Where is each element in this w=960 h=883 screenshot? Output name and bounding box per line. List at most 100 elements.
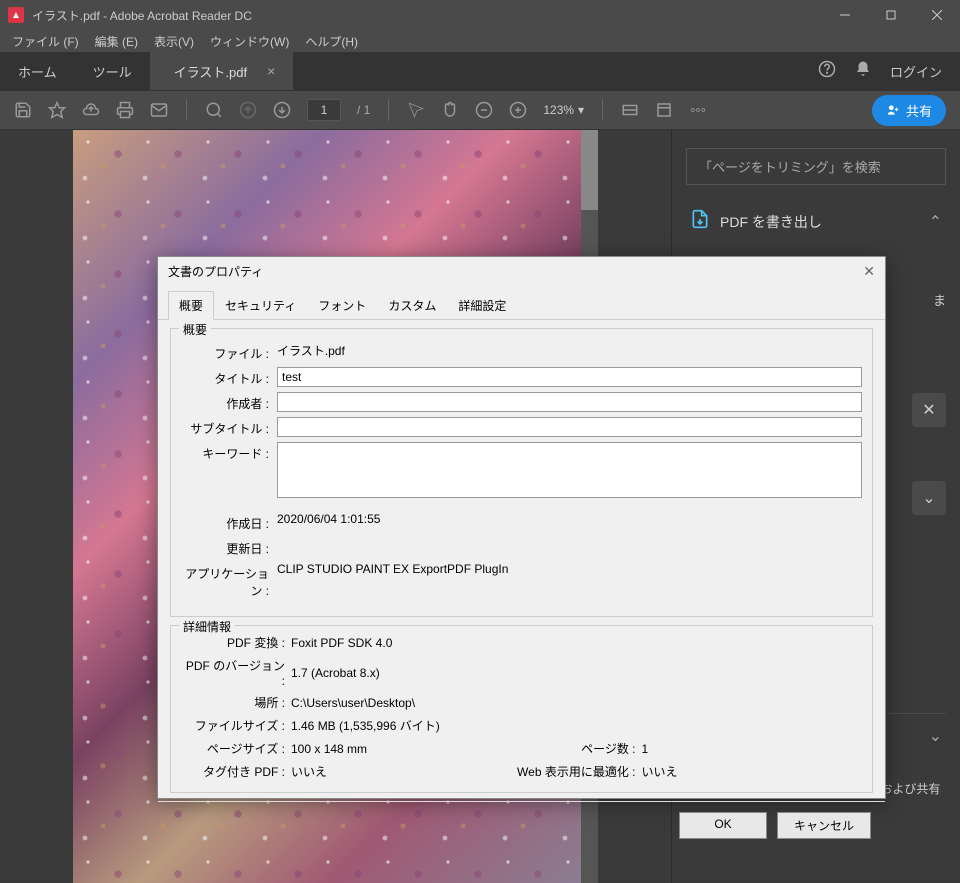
zoom-in-icon[interactable] [509,101,527,119]
modified-label: 更新日 : [181,537,269,557]
tab-security[interactable]: セキュリティ [214,291,307,320]
export-pdf-icon [690,209,710,234]
menu-edit[interactable]: 編集 (E) [87,31,146,52]
dialog-footer: OK キャンセル [158,801,885,849]
tab-advanced[interactable]: 詳細設定 [447,291,517,320]
filesize-label: ファイルサイズ : [181,717,291,734]
read-mode-icon[interactable] [655,101,673,119]
zoom-out-icon[interactable] [475,101,493,119]
title-input[interactable] [277,367,862,387]
page-number-input[interactable] [307,99,341,121]
pdf-version-value: 1.7 (Acrobat 8.x) [291,666,862,680]
tab-document-label: イラスト.pdf [174,62,247,81]
tab-custom[interactable]: カスタム [377,291,447,320]
select-tool-icon[interactable] [407,101,425,119]
separator [186,99,187,121]
tabbar: ホーム ツール イラスト.pdf × ログイン [0,52,960,90]
menu-window[interactable]: ウィンドウ(W) [202,31,297,52]
dialog-title: 文書のプロパティ [168,263,863,280]
tab-fonts[interactable]: フォント [307,291,377,320]
maximize-button[interactable] [868,0,914,30]
person-plus-icon [886,103,900,117]
ok-button[interactable]: OK [679,812,767,839]
file-label: ファイル : [181,342,269,362]
title-label: タイトル : [181,367,269,387]
fit-width-icon[interactable] [621,101,639,119]
pdf-version-label: PDF のバージョン : [181,657,291,688]
tab-home[interactable]: ホーム [0,52,75,90]
dialog-tabs: 概要 セキュリティ フォント カスタム 詳細設定 [158,286,885,320]
scrollbar-thumb[interactable] [581,130,598,210]
cloud-upload-icon[interactable] [82,101,100,119]
details-legend: 詳細情報 [179,618,235,635]
author-label: 作成者 : [181,392,269,412]
subject-label: サブタイトル : [181,417,269,437]
mail-icon[interactable] [150,101,168,119]
hand-tool-icon[interactable] [441,101,459,119]
keywords-input[interactable] [277,442,862,498]
menu-file[interactable]: ファイル (F) [4,31,87,52]
keywords-label: キーワード : [181,442,269,462]
help-icon[interactable] [818,60,836,83]
more-icon[interactable] [689,101,707,119]
tab-close-icon[interactable]: × [267,63,275,79]
pdf-producer-label: PDF 変換 : [181,634,291,651]
separator [388,99,389,121]
star-icon[interactable] [48,101,66,119]
webopt-value: いいえ [642,763,863,780]
location-value: C:\Users\user\Desktop\ [291,696,862,710]
document-properties-dialog: 文書のプロパティ ✕ 概要 セキュリティ フォント カスタム 詳細設定 概要 フ… [157,256,886,799]
toolbar: / 1 123% ▾ 共有 [0,90,960,130]
separator [602,99,603,121]
location-label: 場所 : [181,694,291,711]
titlebar: ▲ イラスト.pdf - Adobe Acrobat Reader DC [0,0,960,30]
tab-summary[interactable]: 概要 [168,291,214,320]
file-value: イラスト.pdf [277,342,862,359]
panel-close-x-button[interactable]: ✕ [912,393,946,427]
application-label: アプリケーション : [181,562,269,599]
login-link[interactable]: ログイン [890,62,942,81]
filesize-value: 1.46 MB (1,535,996 バイト) [291,717,862,734]
page-total-label: / 1 [357,103,370,117]
created-value: 2020/06/04 1:01:55 [277,512,862,526]
close-button[interactable] [914,0,960,30]
bell-icon[interactable] [854,60,872,83]
save-icon[interactable] [14,101,32,119]
created-label: 作成日 : [181,512,269,532]
share-button[interactable]: 共有 [872,95,946,126]
tab-document[interactable]: イラスト.pdf × [150,52,294,90]
pagesize-label: ページサイズ : [181,740,291,757]
panel-dropdown-button[interactable]: ⌄ [912,481,946,515]
window-title: イラスト.pdf - Adobe Acrobat Reader DC [32,7,252,24]
chevron-down-icon: ▾ [578,103,584,117]
chevron-up-icon: ⌃ [929,212,942,232]
menubar: ファイル (F) 編集 (E) 表示(V) ウィンドウ(W) ヘルプ(H) [0,30,960,52]
zoom-select[interactable]: 123% ▾ [543,103,584,117]
dialog-close-icon[interactable]: ✕ [863,263,875,280]
author-input[interactable] [277,392,862,412]
next-page-icon[interactable] [273,101,291,119]
export-pdf-section[interactable]: PDF を書き出し ⌃ [686,197,946,246]
export-pdf-label: PDF を書き出し [720,212,919,232]
prev-page-icon[interactable] [239,101,257,119]
menu-view[interactable]: 表示(V) [146,31,202,52]
subject-input[interactable] [277,417,862,437]
pagecount-label: ページ数 : [512,740,642,757]
search-icon[interactable] [205,101,223,119]
chevron-down-icon: ⌄ [929,726,942,746]
tagged-label: タグ付き PDF : [181,763,291,780]
summary-fieldset: 概要 ファイル : イラスト.pdf タイトル : 作成者 : サブタイトル :… [170,328,873,617]
details-fieldset: 詳細情報 PDF 変換 : Foxit PDF SDK 4.0 PDF のバージ… [170,625,873,793]
minimize-button[interactable] [822,0,868,30]
menu-help[interactable]: ヘルプ(H) [297,31,366,52]
dialog-titlebar: 文書のプロパティ ✕ [158,257,885,286]
pagecount-value: 1 [642,742,863,756]
share-label: 共有 [906,101,932,120]
application-value: CLIP STUDIO PAINT EX ExportPDF PlugIn [277,562,862,576]
pagesize-value: 100 x 148 mm [291,742,512,756]
print-icon[interactable] [116,101,134,119]
tools-search-input[interactable]: 「ページをトリミング」を検索 [686,148,946,185]
tab-tools[interactable]: ツール [75,52,150,90]
cancel-button[interactable]: キャンセル [777,812,871,839]
webopt-label: Web 表示用に最適化 : [512,763,642,780]
